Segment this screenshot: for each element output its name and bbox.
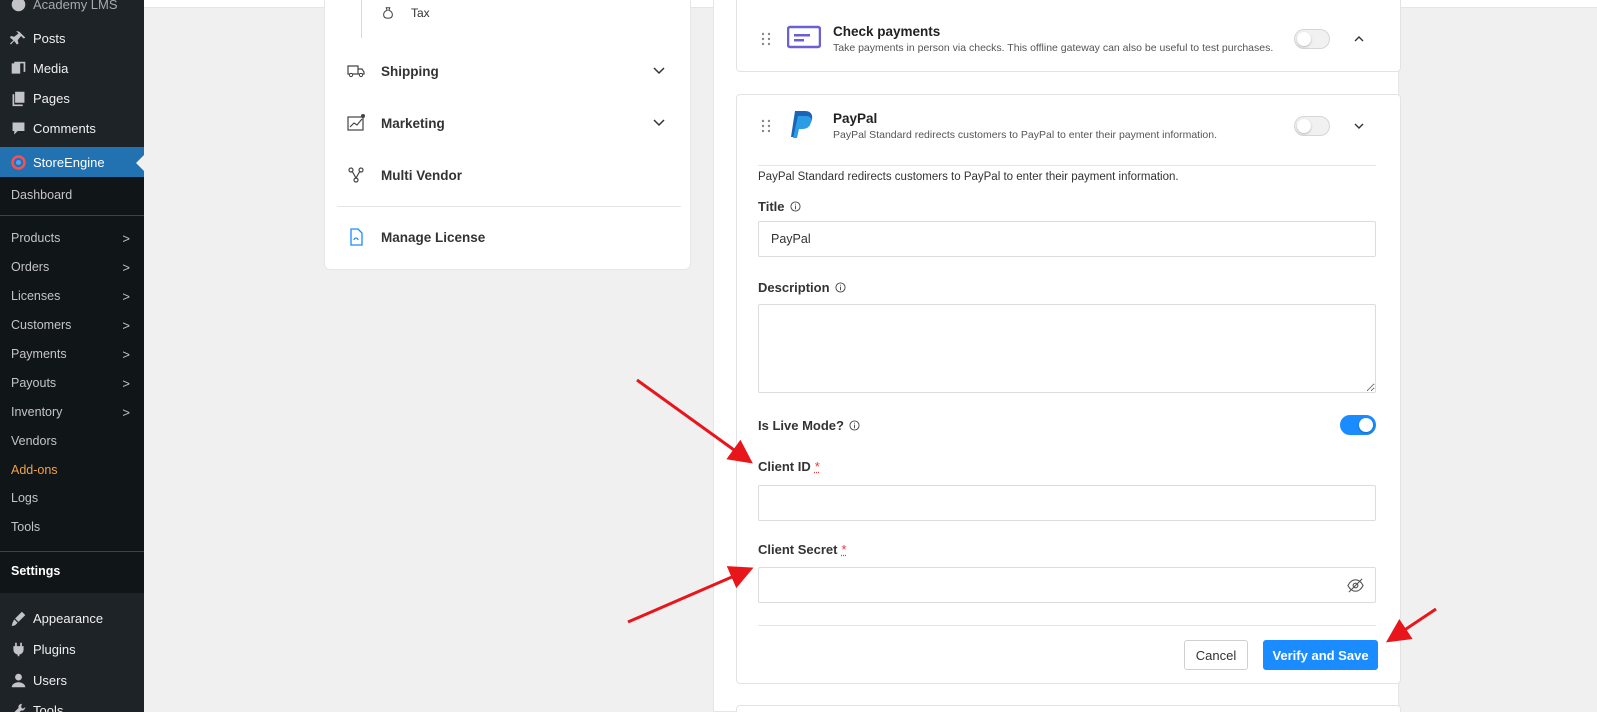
gateway-name: Check payments — [833, 24, 941, 39]
submenu-divider — [0, 215, 144, 216]
plugin-icon — [8, 639, 28, 659]
required-mark: * — [814, 459, 820, 474]
live-mode-label: Is Live Mode? — [758, 418, 860, 433]
sidebar-item-users[interactable]: Users — [0, 666, 144, 694]
nav-item-manage-license[interactable]: Manage License — [347, 222, 667, 252]
verify-and-save-button[interactable]: Verify and Save — [1263, 640, 1378, 670]
client-id-input[interactable] — [758, 485, 1376, 521]
nav-item-shipping[interactable]: Shipping — [347, 56, 667, 86]
chevron-up-icon[interactable] — [1352, 32, 1366, 46]
truck-icon — [347, 62, 365, 80]
drag-handle-icon[interactable] — [761, 32, 771, 46]
active-menu-notch — [136, 155, 144, 171]
chevron-down-icon[interactable] — [651, 114, 667, 130]
chevron-right-icon: > — [122, 317, 130, 333]
sidebar-item-plugins[interactable]: Plugins — [0, 635, 144, 663]
sidebar-item-appearance[interactable]: Appearance — [0, 604, 144, 632]
chevron-right-icon: > — [122, 288, 130, 304]
gateway-description: PayPal Standard redirects customers to P… — [833, 129, 1218, 141]
gateway-card-paypal: PayPal PayPal Standard redirects custome… — [736, 94, 1401, 684]
client-id-label: Client ID * — [758, 459, 820, 474]
submenu-vendors[interactable]: Vendors — [0, 427, 144, 455]
chevron-right-icon: > — [122, 259, 130, 275]
chevron-right-icon: > — [122, 404, 130, 420]
gateway-description: Take payments in person via checks. This… — [833, 42, 1274, 54]
footer-divider — [758, 625, 1376, 626]
submenu-payments[interactable]: Payments > — [0, 340, 144, 368]
paypal-helper-text: PayPal Standard redirects customers to P… — [758, 171, 1179, 183]
nav-item-tax[interactable]: Tax — [381, 6, 430, 20]
submenu-dashboard[interactable]: Dashboard — [0, 181, 144, 209]
paypal-enable-toggle[interactable] — [1294, 116, 1330, 136]
info-icon[interactable] — [849, 420, 860, 431]
client-secret-field — [758, 567, 1376, 603]
chevron-right-icon: > — [122, 230, 130, 246]
users-icon — [8, 670, 28, 690]
chevron-right-icon: > — [122, 375, 130, 391]
pin-icon — [8, 28, 28, 48]
check-payment-icon — [787, 25, 821, 49]
admin-sidebar: Academy LMS Posts Media Pages Comments S… — [0, 0, 144, 712]
money-bag-icon — [383, 7, 393, 19]
storeengine-submenu: Dashboard Products > Orders > Licenses > Cu… — [0, 177, 144, 593]
submenu-addons[interactable]: Add-ons — [0, 456, 144, 484]
cancel-button[interactable]: Cancel — [1184, 640, 1248, 670]
description-textarea[interactable] — [758, 304, 1376, 393]
brush-icon — [8, 608, 28, 628]
sidebar-item-tools[interactable]: Tools — [0, 696, 144, 712]
nav-item-multi-vendor[interactable]: Multi Vendor — [347, 160, 667, 190]
media-icon — [8, 58, 28, 78]
storeengine-logo-icon — [8, 152, 28, 172]
gateway-card-next — [736, 705, 1401, 712]
paypal-logo-icon — [791, 111, 813, 138]
drag-handle-icon[interactable] — [761, 119, 771, 133]
description-label: Description — [758, 280, 846, 295]
submenu-logs[interactable]: Logs — [0, 484, 144, 512]
live-mode-toggle[interactable] — [1340, 415, 1376, 435]
info-icon[interactable] — [834, 282, 846, 293]
nav-divider — [337, 206, 681, 207]
gateway-name: PayPal — [833, 111, 878, 126]
chevron-down-icon[interactable] — [1352, 119, 1366, 133]
submenu-licenses[interactable]: Licenses > — [0, 282, 144, 310]
chevron-right-icon: > — [122, 346, 130, 362]
submenu-tools[interactable]: Tools — [0, 513, 144, 541]
settings-nav-card: Tax Shipping Marketing Multi Vendor Mana… — [324, 0, 691, 270]
sidebar-item-comments[interactable]: Comments — [0, 114, 144, 142]
site-label[interactable]: Academy LMS — [0, 0, 144, 18]
chart-icon — [347, 114, 365, 132]
license-file-icon — [347, 228, 365, 246]
submenu-payouts[interactable]: Payouts > — [0, 369, 144, 397]
network-icon — [347, 166, 365, 184]
comment-icon — [8, 118, 28, 138]
title-input[interactable] — [758, 221, 1376, 257]
check-enable-toggle[interactable] — [1294, 29, 1330, 49]
pages-icon — [8, 88, 28, 108]
sidebar-item-storeengine[interactable]: StoreEngine — [0, 147, 144, 177]
nav-item-marketing[interactable]: Marketing — [347, 108, 667, 138]
chevron-down-icon[interactable] — [651, 62, 667, 78]
submenu-inventory[interactable]: Inventory > — [0, 398, 144, 426]
eye-slash-icon[interactable] — [1347, 577, 1364, 594]
card-divider — [758, 165, 1376, 166]
wrench-icon — [8, 700, 28, 712]
gateway-card-check: Check payments Take payments in person v… — [736, 0, 1401, 72]
payment-gateways-panel: Check payments Take payments in person v… — [713, 0, 1401, 712]
submenu-orders[interactable]: Orders > — [0, 253, 144, 281]
wordpress-icon — [8, 0, 28, 14]
sidebar-item-pages[interactable]: Pages — [0, 84, 144, 112]
sidebar-item-posts[interactable]: Posts — [0, 24, 144, 52]
submenu-customers[interactable]: Customers > — [0, 311, 144, 339]
submenu-settings[interactable]: Settings — [0, 557, 144, 585]
sidebar-item-media[interactable]: Media — [0, 54, 144, 82]
client-secret-input[interactable] — [758, 567, 1376, 603]
required-mark: * — [841, 542, 847, 557]
submenu-products[interactable]: Products > — [0, 224, 144, 252]
info-icon[interactable] — [789, 201, 801, 212]
title-label: Title — [758, 199, 801, 214]
client-secret-label: Client Secret * — [758, 542, 847, 557]
tree-connector-line — [361, 0, 362, 38]
submenu-divider — [0, 551, 144, 552]
